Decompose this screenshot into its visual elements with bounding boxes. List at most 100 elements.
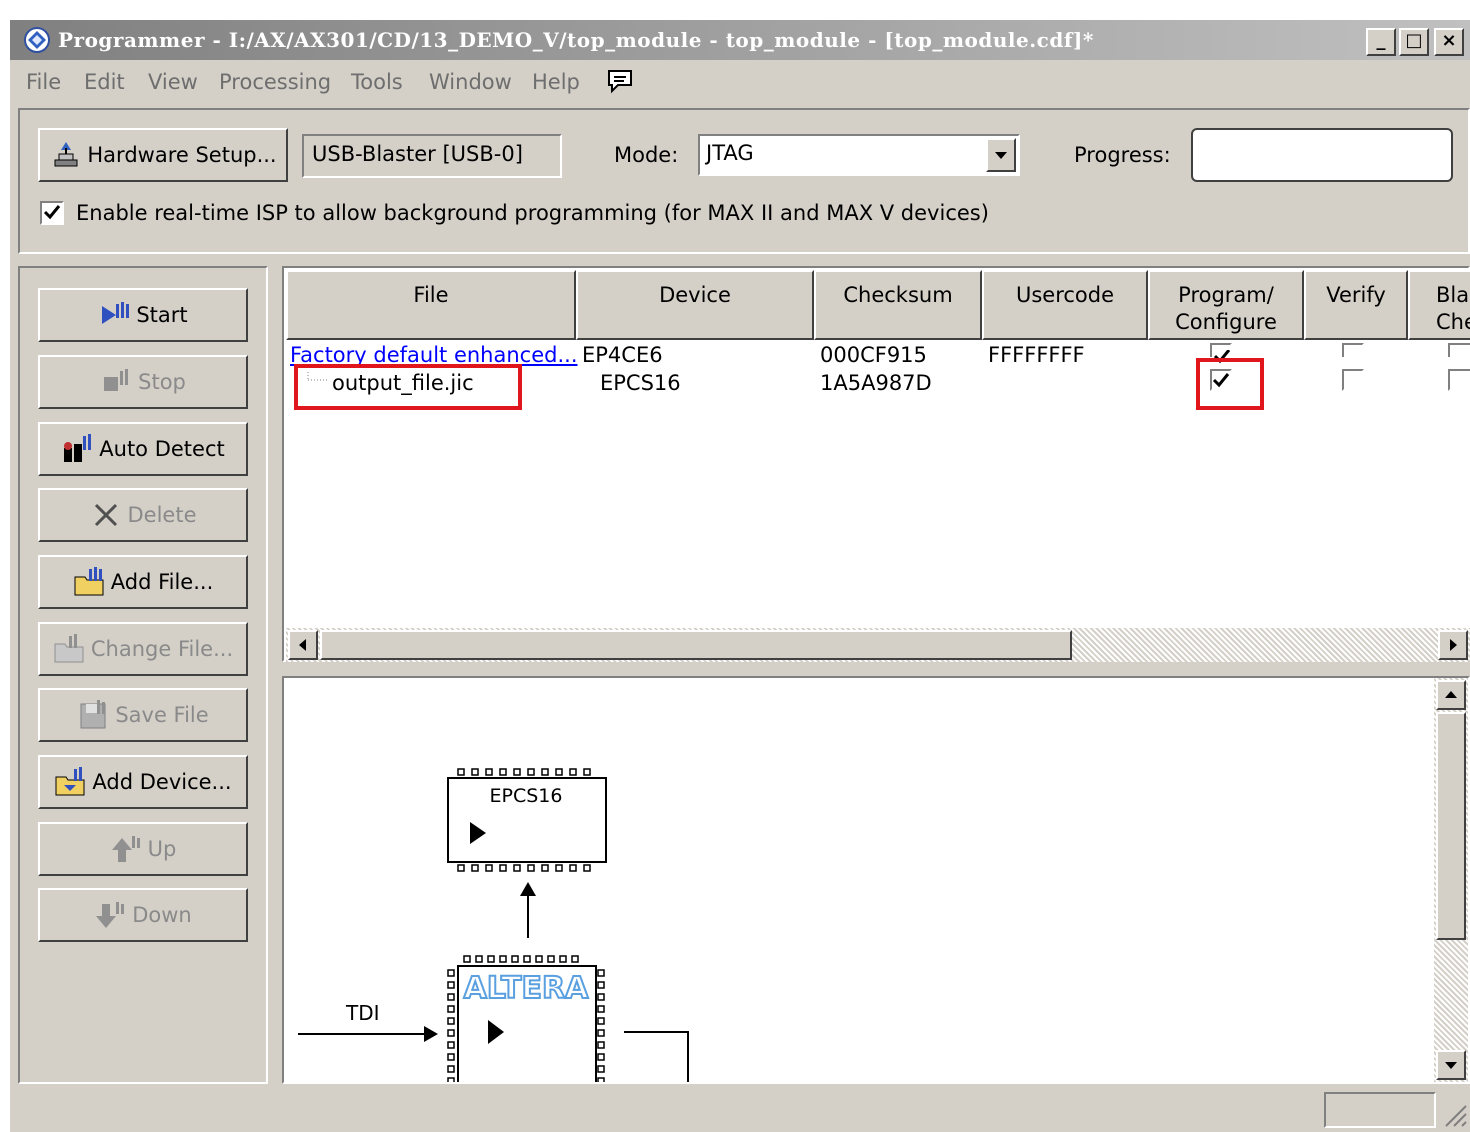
- start-icon: [102, 302, 130, 324]
- chip-pin: [571, 955, 579, 963]
- checkmark-icon: [43, 205, 61, 220]
- resize-grip-icon[interactable]: [1440, 1100, 1468, 1128]
- change-file-label: Change File...: [90, 637, 234, 661]
- delete-icon: [94, 503, 117, 527]
- isp-checkbox[interactable]: [40, 201, 64, 225]
- start-button[interactable]: Start: [38, 288, 248, 342]
- scroll-right-button[interactable]: [1438, 630, 1468, 660]
- minimize-button[interactable]: _: [1366, 28, 1396, 56]
- chip-pin: [457, 864, 465, 872]
- down-icon: [96, 902, 125, 928]
- row-1-program-checkbox[interactable]: [1210, 343, 1232, 364]
- up-icon: [111, 836, 140, 862]
- column-header-verify[interactable]: Verify: [1304, 270, 1408, 340]
- chip-pin: [447, 1017, 455, 1025]
- hardware-value: USB-Blaster [USB-0]: [312, 142, 523, 166]
- save-file-icon: [80, 700, 106, 729]
- add-file-icon: [74, 567, 104, 596]
- menu-help[interactable]: Help: [532, 70, 580, 94]
- add-device-button[interactable]: Add Device...: [38, 755, 248, 809]
- row-2-device: EPCS16: [600, 371, 681, 395]
- chip-pin: [559, 955, 567, 963]
- chip-pin: [555, 864, 563, 872]
- down-button[interactable]: Down: [38, 888, 248, 942]
- row-1-checksum: 000CF915: [820, 343, 927, 367]
- tdo-line: [624, 1031, 689, 1082]
- arrow-down-icon: [1445, 1062, 1457, 1069]
- column-header-program-configure[interactable]: Program/Configure: [1148, 270, 1304, 340]
- jtag-chain-canvas: EPCS16 ALTERA TDI: [298, 768, 689, 1082]
- chip-pin: [475, 955, 483, 963]
- title-bar: Programmer - I:/AX/AX301/CD/13_DEMO_V/to…: [10, 20, 1470, 60]
- maximize-button[interactable]: □: [1399, 28, 1429, 56]
- row-1-blank-checkbox[interactable]: [1448, 343, 1470, 357]
- delete-label: Delete: [127, 503, 197, 527]
- column-header-usercode[interactable]: Usercode: [982, 270, 1148, 340]
- hardware-setup-label: Hardware Setup...: [87, 143, 277, 167]
- row-1-verify-checkbox[interactable]: [1342, 343, 1364, 357]
- mode-select[interactable]: JTAG: [698, 134, 1020, 176]
- menu-edit[interactable]: Edit: [84, 70, 125, 94]
- chip-pin: [523, 955, 531, 963]
- mode-dropdown-button[interactable]: [986, 138, 1016, 172]
- chip-pin: [547, 955, 555, 963]
- chip-pin: [583, 768, 591, 776]
- scroll-up-button[interactable]: [1436, 680, 1466, 710]
- scroll-left-button[interactable]: [288, 630, 318, 660]
- row-1-device: EP4CE6: [582, 343, 663, 367]
- add-file-button[interactable]: Add File...: [38, 555, 248, 609]
- chip-pin: [447, 1029, 455, 1037]
- chip-pin: [447, 1041, 455, 1049]
- column-header-blank-check[interactable]: BlarChe: [1408, 270, 1470, 340]
- chip-pin: [485, 768, 493, 776]
- stop-icon: [104, 369, 129, 391]
- status-panel: [1324, 1092, 1436, 1128]
- progress-label: Progress:: [1074, 143, 1171, 167]
- chip-pin: [527, 768, 535, 776]
- delete-button[interactable]: Delete: [38, 488, 248, 542]
- column-header-device[interactable]: Device: [576, 270, 814, 340]
- horizontal-scroll-thumb[interactable]: [320, 630, 1072, 660]
- chevron-down-icon: [995, 152, 1007, 159]
- auto-detect-button[interactable]: Auto Detect: [38, 422, 248, 476]
- hardware-field: USB-Blaster [USB-0]: [302, 134, 562, 178]
- row-2-checksum: 1A5A987D: [820, 371, 932, 395]
- menu-processing[interactable]: Processing: [219, 70, 331, 94]
- chip-pin: [597, 969, 605, 977]
- chip-pin: [471, 768, 479, 776]
- change-file-button[interactable]: Change File...: [38, 622, 248, 676]
- menu-tools[interactable]: Tools: [351, 70, 403, 94]
- vertical-scrollbar[interactable]: [1434, 678, 1468, 1082]
- row-2-blank-checkbox[interactable]: [1448, 369, 1470, 391]
- close-button[interactable]: ×: [1434, 28, 1464, 56]
- chip-pin: [541, 768, 549, 776]
- row-2-verify-checkbox[interactable]: [1342, 369, 1364, 391]
- add-file-label: Add File...: [110, 570, 214, 594]
- horizontal-scrollbar[interactable]: [286, 628, 1470, 662]
- up-button[interactable]: Up: [38, 822, 248, 876]
- chip-pin: [597, 1065, 605, 1073]
- stop-button[interactable]: Stop: [38, 355, 248, 409]
- arrow-right-icon: [1450, 639, 1457, 651]
- save-file-button[interactable]: Save File: [38, 688, 248, 742]
- chip-pin: [471, 864, 479, 872]
- chip-pin: [597, 1017, 605, 1025]
- add-device-label: Add Device...: [92, 770, 232, 794]
- menu-window[interactable]: Window: [429, 70, 512, 94]
- chip-pin: [597, 981, 605, 989]
- hardware-setup-button[interactable]: Hardware Setup...: [38, 128, 288, 182]
- chip-pin: [569, 768, 577, 776]
- menu-file[interactable]: File: [26, 70, 61, 94]
- vertical-scroll-thumb[interactable]: [1436, 712, 1466, 940]
- altera-logo: ALTERA: [464, 971, 589, 1006]
- column-header-checksum[interactable]: Checksum: [814, 270, 982, 340]
- arrow-left-icon: [299, 639, 306, 651]
- whats-this-help-icon[interactable]: [606, 68, 634, 94]
- chip-pin: [485, 864, 493, 872]
- scroll-down-button[interactable]: [1436, 1050, 1466, 1080]
- column-header-file[interactable]: File: [286, 270, 576, 340]
- menu-view[interactable]: View: [148, 70, 198, 94]
- chip-pin: [463, 955, 471, 963]
- chip-pin: [527, 864, 535, 872]
- chip-pin: [499, 864, 507, 872]
